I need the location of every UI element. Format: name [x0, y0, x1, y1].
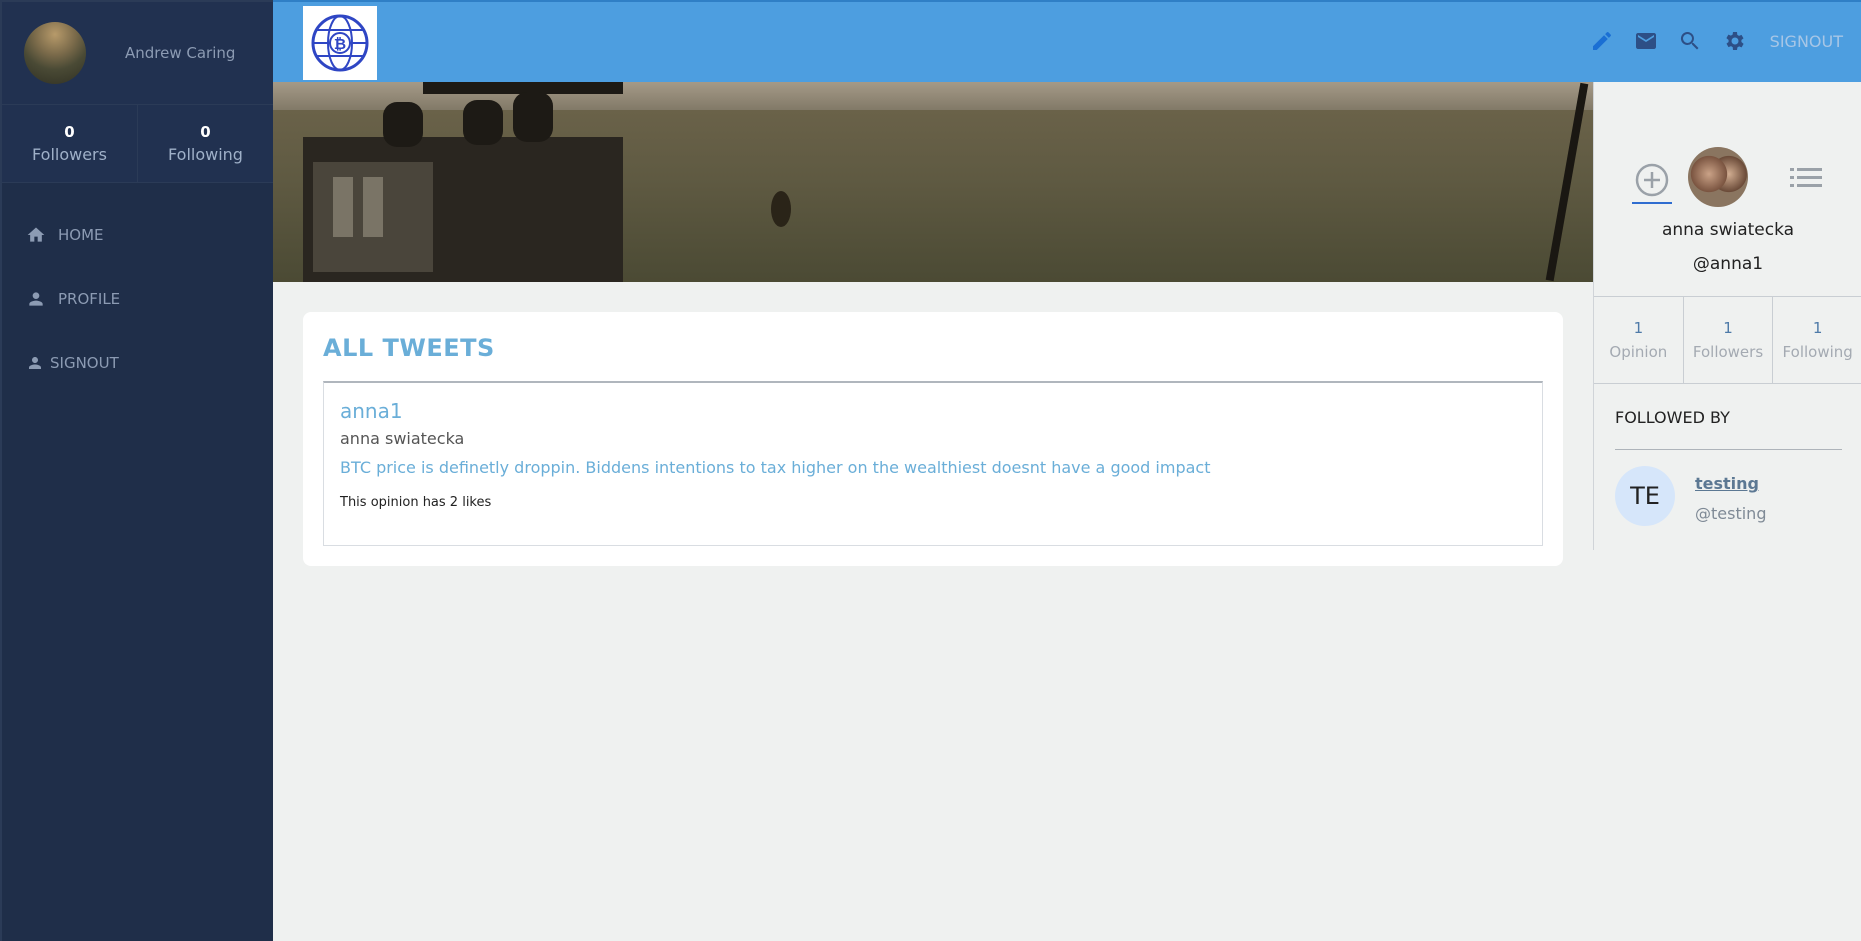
safari-vehicle-image — [303, 82, 1589, 282]
sidebar-item-label: HOME — [58, 226, 104, 244]
profile-handle: @anna1 — [1692, 254, 1764, 274]
list-icon — [1790, 168, 1822, 187]
cover-image — [273, 82, 1593, 282]
sidebar: Andrew Caring 0 Followers 0 Following HO… — [0, 0, 273, 941]
profile-panel: anna swiatecka @anna1 1 Opinion 1 Follow… — [1593, 82, 1861, 550]
follower-handle: @testing — [1695, 504, 1767, 523]
follower-avatar[interactable]: TE — [1615, 466, 1675, 526]
section-title: ALL TWEETS — [323, 334, 495, 362]
tweet-handle[interactable]: anna1 — [340, 399, 403, 423]
pencil-icon — [1592, 31, 1611, 50]
search-icon — [1680, 32, 1699, 50]
tweet-author-name: anna swiatecka — [340, 429, 465, 448]
divider — [1615, 449, 1842, 450]
profile-stats: 1 Opinion 1 Followers 1 Following — [1594, 296, 1861, 384]
avatar[interactable] — [24, 22, 86, 84]
followers-label: Followers — [32, 145, 107, 164]
following-label: Following — [168, 145, 243, 164]
person-icon — [29, 292, 43, 306]
follow-button[interactable] — [1632, 160, 1672, 204]
svg-text:₿: ₿ — [334, 35, 346, 53]
sidebar-stats: 0 Followers 0 Following — [2, 105, 273, 183]
signout-link[interactable]: SIGNOUT — [1770, 32, 1843, 51]
sidebar-following-stat[interactable]: 0 Following — [137, 105, 273, 182]
sidebar-user: Andrew Caring — [2, 2, 273, 105]
tweet-text: BTC price is definetly droppin. Biddens … — [340, 458, 1211, 477]
sidebar-nav: HOME PROFILE SIGNOUT — [2, 183, 273, 395]
search-button[interactable] — [1678, 29, 1702, 53]
follower-name-link[interactable]: testing — [1695, 474, 1759, 493]
followed-by-title: FOLLOWED BY — [1615, 408, 1730, 427]
mail-icon — [1635, 33, 1656, 49]
logo[interactable]: ₿ — [303, 6, 377, 80]
list-button[interactable] — [1789, 164, 1823, 192]
stat-value: 1 — [1812, 319, 1823, 337]
stat-label: Opinion — [1609, 343, 1668, 361]
following-count: 0 — [200, 123, 211, 141]
profile-stat-followers[interactable]: 1 Followers — [1682, 297, 1773, 383]
profile-name: anna swiatecka — [1661, 220, 1795, 240]
add-circle-icon — [1635, 163, 1669, 197]
settings-button[interactable] — [1722, 29, 1746, 53]
sidebar-item-profile[interactable]: PROFILE — [2, 267, 273, 331]
stat-label: Following — [1782, 343, 1853, 361]
sidebar-item-home[interactable]: HOME — [2, 203, 273, 267]
tweet-likes: This opinion has 2 likes — [340, 495, 492, 510]
top-bar: ₿ SIGNOUT — [273, 0, 1861, 82]
sidebar-item-label: PROFILE — [58, 290, 121, 308]
gear-icon — [1726, 32, 1744, 50]
follower-item: TE testing @testing — [1615, 466, 1855, 530]
bitcoin-globe-logo-icon: ₿ — [311, 14, 369, 72]
sidebar-item-label: SIGNOUT — [50, 354, 119, 372]
compose-button[interactable] — [1590, 29, 1614, 53]
profile-avatar[interactable] — [1688, 147, 1748, 207]
home-icon — [27, 227, 45, 242]
stat-value: 1 — [1633, 319, 1644, 337]
tweets-card: ALL TWEETS anna1 anna swiatecka BTC pric… — [303, 312, 1563, 566]
stat-label: Followers — [1692, 343, 1764, 361]
sidebar-item-signout[interactable]: SIGNOUT — [2, 331, 273, 395]
stat-value: 1 — [1723, 319, 1733, 337]
messages-button[interactable] — [1634, 29, 1658, 53]
profile-stat-opinion[interactable]: 1 Opinion — [1594, 297, 1683, 383]
tweet-item[interactable]: anna1 anna swiatecka BTC price is define… — [323, 381, 1543, 546]
sidebar-user-name: Andrew Caring — [125, 44, 236, 62]
person-icon — [29, 357, 41, 369]
top-actions: SIGNOUT — [1570, 2, 1843, 80]
sidebar-followers-stat[interactable]: 0 Followers — [2, 105, 137, 182]
followers-count: 0 — [64, 123, 75, 141]
profile-stat-following[interactable]: 1 Following — [1772, 297, 1861, 383]
